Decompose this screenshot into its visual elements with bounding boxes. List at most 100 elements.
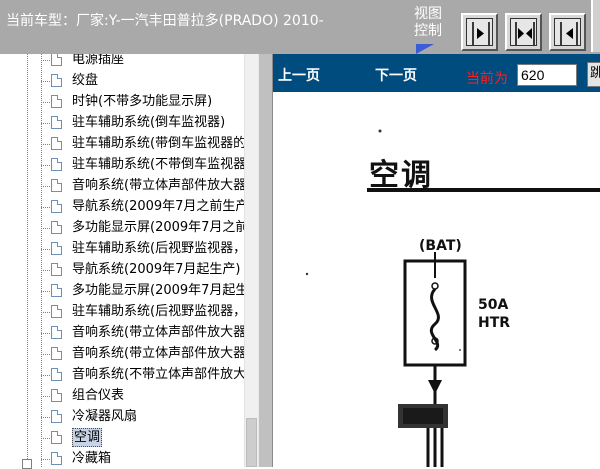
tree-item[interactable]: 时钟(不带多功能显示屏) — [41, 92, 245, 113]
document-icon — [51, 347, 62, 360]
tree-branch-line — [41, 291, 50, 292]
tree-item[interactable]: 导航系统(2009年7月起生产) — [41, 260, 245, 281]
document-icon — [51, 410, 62, 423]
tree-scroll-thumb[interactable] — [246, 418, 257, 467]
tree-item[interactable]: 音响系统(带立体声部件放大器 — [41, 176, 245, 197]
extra-view-button[interactable] — [591, 0, 600, 52]
tree-item-label: 音响系统(带立体声部件放大器 — [72, 178, 245, 193]
next-page-link[interactable]: 下一页 — [375, 65, 417, 85]
fuse-rating-label: 50A — [478, 297, 509, 313]
tree-item-label: 驻车辅助系统(带倒车监视器的 — [72, 136, 245, 151]
document-icon — [51, 158, 62, 171]
tree-connector-line — [27, 54, 28, 467]
tree-branch-line — [41, 165, 50, 166]
tree-item[interactable]: 音响系统(带立体声部件放大器 — [41, 344, 245, 365]
tree-item[interactable]: 音响系统(不带立体声部件放大 — [41, 365, 245, 386]
view-control-line2: 控制 — [414, 23, 442, 39]
tree-item-label: 空调 — [72, 428, 103, 447]
tree-item-label: 时钟(不带多功能显示屏) — [72, 94, 213, 109]
document-icon — [51, 137, 62, 150]
document-icon — [51, 74, 62, 87]
dock-right-button[interactable] — [461, 13, 498, 51]
tree-item-label: 驻车辅助系统(不带倒车监视器 — [72, 157, 245, 172]
tree-item-label: 绞盘 — [72, 73, 99, 88]
tree-item-label: 导航系统(2009年7月之前生产 — [72, 199, 245, 214]
document-icon — [51, 305, 62, 318]
prev-page-link[interactable]: 上一页 — [278, 65, 320, 85]
tree-item-label: 导航系统(2009年7月起生产) — [72, 262, 241, 277]
tree-item[interactable]: 导航系统(2009年7月之前生产 — [41, 197, 245, 218]
page-number-input[interactable] — [517, 64, 577, 86]
wiring-diagram — [305, 129, 467, 467]
dock-left-button[interactable] — [549, 13, 586, 51]
tree-item-label: 驻车辅助系统(倒车监视器) — [72, 115, 226, 130]
tree-item[interactable]: 多功能显示屏(2009年7月之前 — [41, 218, 245, 239]
document-view: 空调 (BAT) 50A HTR — [273, 92, 600, 467]
go-button[interactable]: 跳 — [587, 62, 600, 87]
tree-branch-line — [41, 207, 50, 208]
document-icon — [51, 54, 62, 66]
tree-item[interactable]: 组合仪表 — [41, 386, 245, 407]
tree-item[interactable]: 驻车辅助系统(不带倒车监视器 — [41, 155, 245, 176]
tree-branch-line — [41, 81, 50, 82]
chapter-tree: 电源插座绞盘时钟(不带多功能显示屏) 驻车辅助系统(倒车监视器) 驻车辅助系统(带倒… — [0, 54, 258, 467]
tree-item-label: 驻车辅助系统(后视野监视器， — [72, 304, 245, 319]
tree-branch-line — [41, 333, 50, 334]
tree-item-label: 驻车辅助系统(后视野监视器， — [72, 241, 245, 256]
tree-branch-line — [41, 396, 50, 397]
tree-expand-toggle[interactable] — [22, 459, 32, 469]
tree-branch-line — [41, 60, 50, 61]
tree-branch-line — [41, 228, 50, 229]
tree-branch-line — [41, 417, 50, 418]
tree-scrollbar[interactable] — [244, 54, 258, 467]
panel-splitter[interactable] — [258, 54, 273, 467]
dock-left-arrow-icon — [560, 22, 578, 45]
tree-branch-line — [41, 270, 50, 271]
document-icon — [51, 326, 62, 339]
tree-branch-line — [41, 123, 50, 124]
title-underline — [367, 188, 600, 192]
split-view-button[interactable] — [505, 13, 542, 51]
tree-branch-line — [41, 312, 50, 313]
tree-item-label: 音响系统(带立体声部件放大器 — [72, 346, 245, 361]
tree-item[interactable]: 电源插座 — [41, 54, 245, 71]
document-icon — [51, 284, 62, 297]
tree-item[interactable]: 空调 — [41, 428, 245, 449]
tree-branch-line — [41, 438, 50, 439]
tree-item[interactable]: 驻车辅助系统(后视野监视器， — [41, 239, 245, 260]
tree-item-label: 多功能显示屏(2009年7月之前 — [72, 220, 245, 235]
tree-item-label: 电源插座 — [72, 54, 125, 67]
tree-item[interactable]: 冷凝器风扇 — [41, 407, 245, 428]
tree-branch-line — [41, 102, 50, 103]
document-icon — [51, 263, 62, 276]
tree-branch-line — [41, 144, 50, 145]
tree-item[interactable]: 驻车辅助系统(带倒车监视器的 — [41, 134, 245, 155]
tree-item-label: 音响系统(带立体声部件放大器 — [72, 325, 245, 340]
vehicle-info: 当前车型：厂家:Y-一汽丰田普拉多(PRADO) 2010- — [6, 13, 324, 29]
tree-item-label: 组合仪表 — [72, 388, 125, 403]
tree-item-label: 音响系统(不带立体声部件放大 — [72, 367, 245, 382]
tree-item[interactable]: 绞盘 — [41, 71, 245, 92]
tree-item-label: 冷藏箱 — [72, 451, 112, 466]
document-icon — [51, 221, 62, 234]
document-icon — [51, 389, 62, 402]
tree-item[interactable]: 音响系统(带立体声部件放大器 — [41, 323, 245, 344]
top-bar: 当前车型：厂家:Y-一汽丰田普拉多(PRADO) 2010- 视图 控制 — [0, 0, 600, 54]
document-icon — [51, 95, 62, 108]
view-control-indicator-icon — [416, 44, 434, 54]
tree-item[interactable]: 驻车辅助系统(倒车监视器) — [41, 113, 245, 134]
page-nav-bar: 上一页 下一页 当前为 跳 — [273, 54, 600, 92]
view-control-line1: 视图 — [414, 6, 442, 22]
tree-item[interactable]: 驻车辅助系统(后视野监视器， — [41, 302, 245, 323]
document-icon — [51, 452, 62, 465]
bat-label: (BAT) — [419, 238, 462, 254]
tree-branch-line — [41, 249, 50, 250]
document-icon — [51, 116, 62, 129]
tree-item[interactable]: 多功能显示屏(2009年7月起生 — [41, 281, 245, 302]
tree-item[interactable]: 冷藏箱 — [41, 449, 245, 467]
document-icon — [51, 179, 62, 192]
document-icon — [51, 200, 62, 213]
tree-branch-line — [41, 186, 50, 187]
document-icon — [51, 431, 62, 444]
current-page-label: 当前为 — [466, 71, 508, 87]
